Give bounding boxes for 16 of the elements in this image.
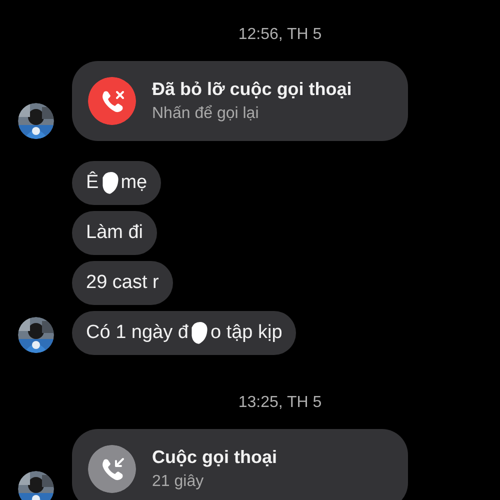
call-title: Đã bỏ lỡ cuộc gọi thoại (152, 79, 352, 100)
message-text: Có 1 ngày đ (86, 322, 188, 344)
call-title: Cuộc gọi thoại (152, 447, 277, 468)
message-text: 29 cast r (86, 272, 159, 294)
call-bubble[interactable]: Đã bỏ lỡ cuộc gọi thoại Nhấn để gọi lại (72, 61, 408, 141)
redaction-mark (189, 319, 210, 347)
call-bubble[interactable]: Cuộc gọi thoại 21 giây (72, 429, 408, 500)
call-subtitle: Nhấn để gọi lại (152, 105, 260, 123)
message-text: o tập kịp (210, 322, 282, 344)
message-text: mẹ (120, 172, 148, 194)
message-text: Ê (86, 172, 99, 194)
redaction-mark (100, 169, 120, 197)
message-text: Làm đi (86, 222, 144, 244)
timestamp: 12:56, TH 5 (238, 26, 322, 44)
timestamp: 13:25, TH 5 (238, 394, 322, 412)
call-subtitle: 21 giây (152, 473, 205, 491)
